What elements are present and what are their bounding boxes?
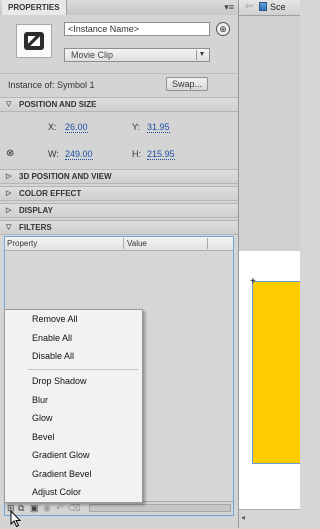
collapsed-triangle-icon: ▷ xyxy=(6,190,12,197)
h-label: H: xyxy=(132,149,141,159)
menu-separator xyxy=(28,369,138,370)
chevron-down-icon: ▼ xyxy=(196,50,207,60)
enable-filter-icon[interactable]: ◉ xyxy=(43,503,51,513)
xy-row: X: 26.00 Y: 31.95 xyxy=(0,113,238,137)
w-value[interactable]: 249.00 xyxy=(65,149,93,160)
scene-label[interactable]: Sce xyxy=(270,2,286,12)
menu-item-disable-all[interactable]: Disable All xyxy=(32,351,74,361)
x-value[interactable]: 26.00 xyxy=(65,122,88,133)
section-display[interactable]: ▷ DISPLAY xyxy=(0,203,238,218)
movie-clip-icon xyxy=(16,24,52,58)
collapsed-triangle-icon: ▷ xyxy=(6,173,12,180)
reset-filter-icon[interactable]: ↶ xyxy=(56,503,64,513)
movie-clip-instance[interactable] xyxy=(252,281,300,464)
symbol-type-value: Movie Clip xyxy=(71,50,114,60)
menu-item-glow[interactable]: Glow xyxy=(32,413,53,423)
h-value[interactable]: 215.95 xyxy=(147,149,175,160)
registration-point-icon: + xyxy=(250,276,256,287)
scene-icon xyxy=(259,2,267,11)
instance-of-row: Instance of: Symbol 1 Swap... xyxy=(0,73,238,96)
expanded-triangle-icon: ▽ xyxy=(6,101,12,108)
column-property[interactable]: Property xyxy=(7,239,37,248)
panel-titlebar: PROPERTIES ▾≡ xyxy=(0,0,238,16)
filters-table-header: Property Value xyxy=(5,237,233,251)
expanded-triangle-icon: ▽ xyxy=(6,224,12,231)
swap-symbol-icon[interactable]: ⊕ xyxy=(216,22,230,36)
panel-menu-icon[interactable]: ▾≡ xyxy=(224,1,234,14)
document-area: ⇦ Sce + ◂ xyxy=(239,0,300,529)
edit-bar: ⇦ Sce xyxy=(239,0,300,16)
menu-item-drop-shadow[interactable]: Drop Shadow xyxy=(32,376,87,386)
collapsed-triangle-icon: ▷ xyxy=(6,207,12,214)
y-value[interactable]: 31.95 xyxy=(147,122,170,133)
menu-item-bevel[interactable]: Bevel xyxy=(32,432,55,442)
panel-tab-properties[interactable]: PROPERTIES xyxy=(2,0,67,15)
x-label: X: xyxy=(48,122,57,132)
instance-header: <Instance Name> ⊕ Movie Clip ▼ xyxy=(0,15,238,73)
swap-button[interactable]: Swap... xyxy=(166,77,208,91)
back-arrow-icon[interactable]: ⇦ xyxy=(245,1,253,12)
instance-name-input[interactable]: <Instance Name> xyxy=(64,22,210,36)
instance-of-value: Symbol 1 xyxy=(57,80,95,90)
instance-of-label: Instance of: xyxy=(8,80,55,90)
add-filter-context-menu: Remove All Enable All Disable All Drop S… xyxy=(4,309,143,503)
menu-item-enable-all[interactable]: Enable All xyxy=(32,333,72,343)
menu-item-adjust-color[interactable]: Adjust Color xyxy=(32,487,81,497)
pasteboard xyxy=(239,16,300,251)
link-constrain-icon[interactable]: ⊗ xyxy=(6,148,14,159)
clipboard-icon[interactable]: ▣ xyxy=(30,503,39,513)
column-value[interactable]: Value xyxy=(127,239,147,248)
section-color-effect[interactable]: ▷ COLOR EFFECT xyxy=(0,186,238,201)
w-label: W: xyxy=(48,149,59,159)
menu-item-gradient-glow[interactable]: Gradient Glow xyxy=(32,450,90,460)
symbol-type-select[interactable]: Movie Clip ▼ xyxy=(64,48,210,62)
section-3d-position[interactable]: ▷ 3D POSITION AND VIEW xyxy=(0,169,238,184)
scroll-left-icon[interactable]: ◂ xyxy=(241,513,245,522)
filters-horizontal-scrollbar[interactable] xyxy=(89,504,231,512)
wh-row: ⊗ W: 249.00 H: 215.95 xyxy=(0,141,238,165)
delete-filter-icon[interactable]: ⌫ xyxy=(68,503,81,513)
menu-item-remove-all[interactable]: Remove All xyxy=(32,314,78,324)
y-label: Y: xyxy=(132,122,141,132)
section-position-size[interactable]: ▽ POSITION AND SIZE xyxy=(0,97,238,112)
menu-item-gradient-bevel[interactable]: Gradient Bevel xyxy=(32,469,92,479)
section-filters[interactable]: ▽ FILTERS xyxy=(0,220,238,235)
menu-item-blur[interactable]: Blur xyxy=(32,395,48,405)
filters-toolbar: ⊞ ⧉ ▣ ◉ ↶ ⌫ xyxy=(5,501,233,515)
stage-horizontal-scrollbar[interactable]: ◂ xyxy=(239,509,300,529)
mouse-pointer-icon xyxy=(10,510,22,528)
